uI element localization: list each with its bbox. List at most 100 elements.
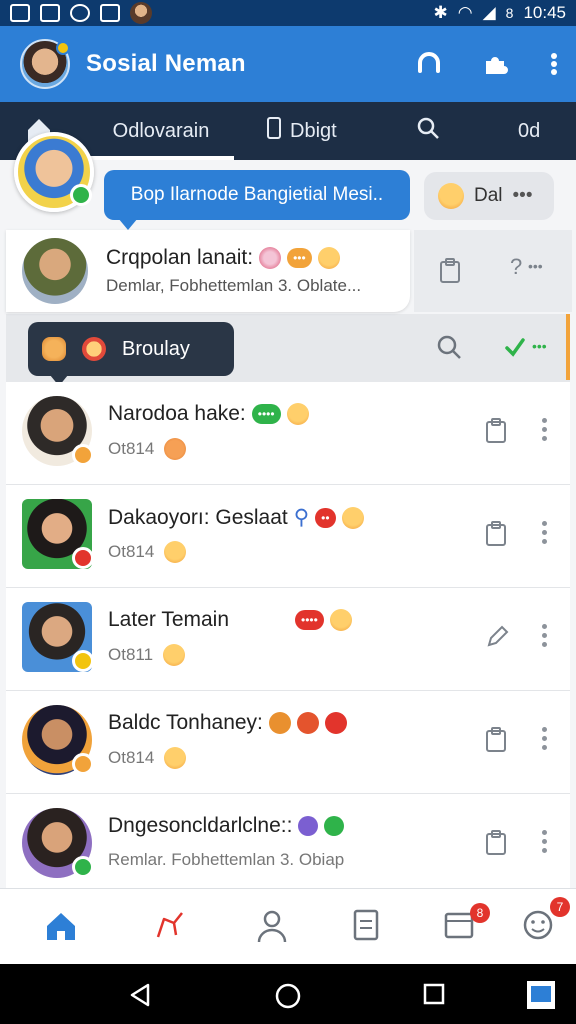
chat-name: Dngesoncldarlclne:: <box>108 814 345 838</box>
chat-bubble-icon <box>42 337 66 361</box>
more-vert-icon[interactable] <box>542 830 548 853</box>
heart-emoji-icon <box>298 816 319 836</box>
more-horiz-icon[interactable]: ••• <box>532 338 547 354</box>
status-bar: ✱ ◠ ◢ 8 10:45 <box>0 0 576 26</box>
app-thumbnail-icon[interactable] <box>526 980 556 1015</box>
wifi-icon: ◠ <box>457 3 473 22</box>
chat-name-text: Baldc Tonhaney: <box>108 711 263 734</box>
notification-badge: 7 <box>550 897 570 917</box>
status-badge <box>72 753 94 775</box>
chat-sub-text: Remlar. Fobhettemlan 3. Obiap <box>108 850 345 869</box>
list-item[interactable]: Dakaoyorı: Geslaat ⚲ •• Ot814 <box>6 485 570 588</box>
signal-icon: ◢ <box>482 3 496 22</box>
tag-pill: ••• <box>287 248 312 268</box>
clipboard-icon[interactable] <box>484 727 508 758</box>
pencil-icon[interactable] <box>484 624 510 655</box>
clipboard-icon[interactable] <box>484 418 508 449</box>
chat-list: Narodoa hake: •••• Ot814 Dakaoyorı: Gesl… <box>6 382 570 897</box>
smiley-icon <box>329 609 352 631</box>
heart-emoji-icon <box>259 247 282 269</box>
featured-side-panel: ? ••• <box>414 230 572 312</box>
more-vert-icon[interactable] <box>542 624 548 647</box>
pin-icon: ⚲ <box>293 506 310 529</box>
search-icon[interactable] <box>436 334 462 365</box>
chat-subtitle: Ot814 <box>108 541 187 563</box>
avatar <box>22 499 94 569</box>
more-horiz-icon[interactable]: ••• <box>528 258 543 274</box>
chat-name: Later Temain •••• <box>108 608 352 632</box>
list-item[interactable]: Narodoa hake: •••• Ot814 <box>6 382 570 485</box>
home-icon[interactable] <box>44 909 78 948</box>
avatar-emoji-icon <box>82 337 106 361</box>
emoji-icon <box>163 644 186 666</box>
more-vert-icon[interactable] <box>542 521 548 544</box>
more-vert-icon[interactable] <box>542 727 548 750</box>
list-item[interactable]: Baldc Tonhaney: Ot814 <box>6 691 570 794</box>
list-item[interactable]: Dngesoncldarlclne:: Remlar. Fobhettemlan… <box>6 794 570 897</box>
tab-0d[interactable]: 0d <box>518 102 540 160</box>
dal-chip[interactable]: Dal ••• <box>424 172 554 220</box>
smiley-icon <box>317 247 340 269</box>
puzzle-icon[interactable] <box>482 51 510 77</box>
phone-icon <box>266 117 282 145</box>
more-vert-icon[interactable] <box>550 52 558 76</box>
avatar <box>22 808 94 878</box>
chat-sub-text: Ot814 <box>108 439 155 458</box>
accent-bar <box>566 314 570 380</box>
checkmark-icon[interactable] <box>504 336 526 363</box>
emoji-icon <box>164 541 187 563</box>
app-bar: Sosial Neman <box>0 26 576 102</box>
user-icon[interactable] <box>256 909 288 948</box>
chat-sub-text: Ot811 <box>108 645 154 664</box>
clipboard-icon[interactable] <box>438 258 462 289</box>
clipboard-icon[interactable] <box>484 830 508 861</box>
share-icon[interactable] <box>154 909 186 946</box>
app-icon <box>100 4 120 22</box>
highlight-message-bubble[interactable]: Bop Ilarnode Bangietial Mesi.. <box>104 170 410 230</box>
list-item[interactable]: Later Temain •••• Ot811 <box>6 588 570 691</box>
status-avatar-icon <box>130 2 152 24</box>
chat-icon <box>70 4 90 22</box>
profile-avatar[interactable] <box>20 39 70 89</box>
home-circle-icon[interactable] <box>274 982 302 1015</box>
status-badge <box>72 856 94 878</box>
notification-badge: 8 <box>470 903 490 923</box>
tag-pill: •••• <box>251 404 281 424</box>
featured-chat-card[interactable]: Crqpolan lanait: ••• Demlar, Fobhettemla… <box>6 230 410 312</box>
avatar <box>22 238 88 304</box>
broulay-button[interactable]: Broulay <box>28 322 234 386</box>
tab-label: 0d <box>518 119 541 142</box>
heart-emoji-icon <box>324 816 345 836</box>
notification-icons <box>10 2 152 24</box>
help-icon[interactable]: ? <box>510 254 522 280</box>
smiley-icon <box>341 506 364 529</box>
tab-dbigt[interactable]: Dbigt <box>266 102 337 160</box>
more-vert-icon[interactable] <box>542 418 548 441</box>
broulay-label: Broulay <box>122 337 190 360</box>
tab-search[interactable] <box>416 102 440 160</box>
headphones-icon[interactable] <box>416 51 442 77</box>
system-navigation <box>0 964 576 1024</box>
featured-title-text: Crqpolan lanait: <box>106 246 254 269</box>
back-icon[interactable] <box>128 982 152 1013</box>
story-avatar[interactable] <box>14 132 94 212</box>
smiley-icon[interactable] <box>522 909 554 946</box>
status-badge <box>72 444 94 466</box>
bluetooth-icon: ✱ <box>433 3 448 22</box>
edit-icon <box>40 4 60 22</box>
chat-name-text: Dngesoncldarlclne:: <box>108 814 293 837</box>
tag-pill: •••• <box>295 610 324 630</box>
clipboard-icon[interactable] <box>484 521 508 552</box>
clock: 10:45 <box>523 3 566 22</box>
chat-name-text: Dakaoyorı: Geslaat <box>108 505 288 529</box>
sub-toolbar: Broulay ••• <box>6 314 570 386</box>
emoji-icon <box>164 747 187 769</box>
chat-name: Baldc Tonhaney: <box>108 711 347 735</box>
emoji-icon <box>164 438 187 460</box>
tab-odlovarain[interactable]: Odlovarain <box>88 102 234 160</box>
emoji-icon <box>324 712 347 734</box>
chat-name: Dakaoyorı: Geslaat ⚲ •• <box>108 505 364 530</box>
status-badge <box>72 650 94 672</box>
document-icon[interactable] <box>352 909 380 946</box>
recents-icon[interactable] <box>422 982 446 1011</box>
